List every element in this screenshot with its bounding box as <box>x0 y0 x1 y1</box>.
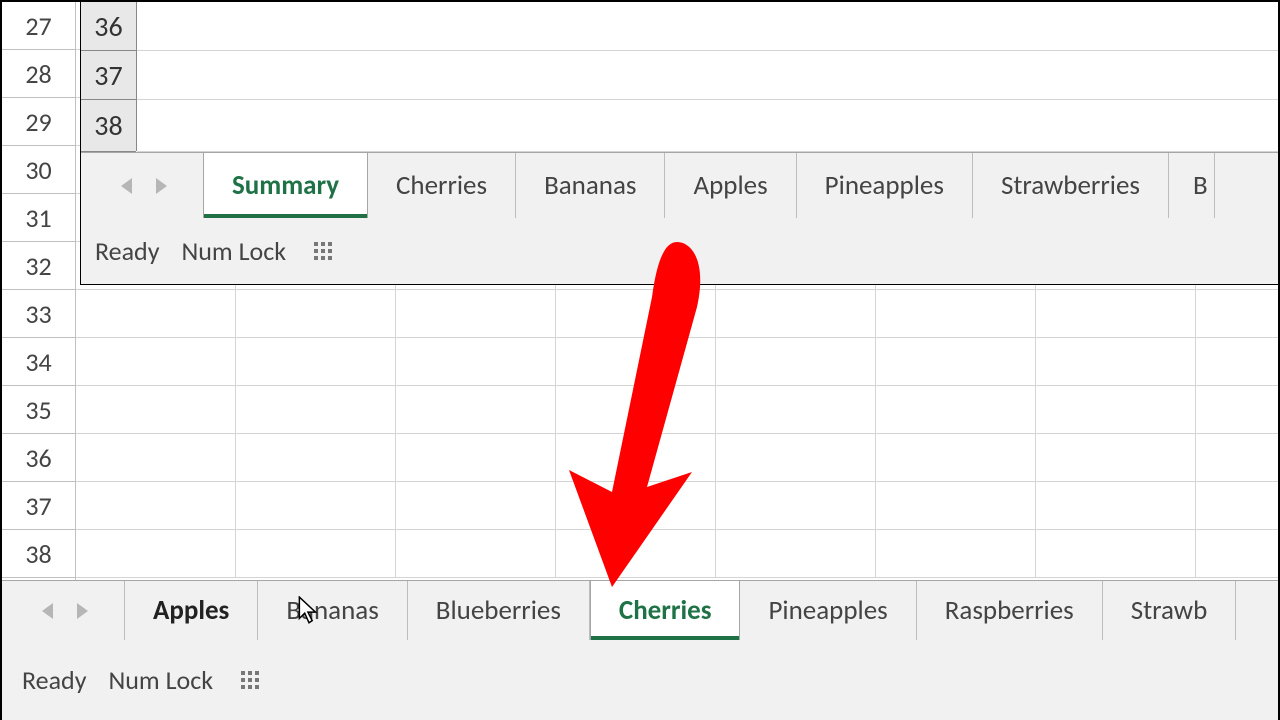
sheet-tab-bar: Apples Bananas Blueberries Cherries Pine… <box>2 580 1278 640</box>
status-numlock: Num Lock <box>108 664 213 696</box>
row-header[interactable]: 33 <box>2 290 75 338</box>
sheet-tab[interactable]: Bananas <box>516 153 665 218</box>
spreadsheet-grid[interactable] <box>137 2 1278 151</box>
tab-scroll-right-icon[interactable] <box>77 603 88 619</box>
status-bar: Ready Num Lock <box>81 218 1278 284</box>
sheet-tab[interactable]: Apples <box>665 153 796 218</box>
row-header[interactable]: 35 <box>2 386 75 434</box>
macro-record-icon[interactable] <box>239 669 261 691</box>
sheet-tab[interactable]: Cherries <box>590 581 741 640</box>
inset-spreadsheet-window: 36 37 38 Summary Cherries Bananas Apples… <box>80 2 1278 285</box>
row-header[interactable]: 38 <box>2 530 75 578</box>
row-header[interactable]: 28 <box>2 50 75 98</box>
tab-scroll-left-icon[interactable] <box>121 178 132 194</box>
row-header-column: 27 28 29 30 31 32 33 34 35 36 37 38 <box>2 2 76 580</box>
row-header[interactable]: 36 <box>2 434 75 482</box>
status-ready: Ready <box>95 235 159 267</box>
row-header[interactable]: 37 <box>2 482 75 530</box>
sheet-tab[interactable]: Bananas <box>258 581 407 640</box>
tab-scroll-left-icon[interactable] <box>42 603 53 619</box>
row-header[interactable]: 34 <box>2 338 75 386</box>
tab-scroll-right-icon[interactable] <box>156 178 167 194</box>
sheet-tab-bar: Summary Cherries Bananas Apples Pineappl… <box>81 152 1278 218</box>
sheet-tab[interactable]: Blueberries <box>408 581 590 640</box>
sheet-tab[interactable]: Apples <box>124 581 258 640</box>
row-header[interactable]: 31 <box>2 194 75 242</box>
status-bar: Ready Num Lock <box>2 640 1278 720</box>
row-header[interactable]: 30 <box>2 146 75 194</box>
sheet-tab[interactable]: Strawberries <box>973 153 1169 218</box>
sheet-tab[interactable]: Pineapples <box>797 153 973 218</box>
sheet-tabs: Apples Bananas Blueberries Cherries Pine… <box>124 581 1236 640</box>
row-header[interactable]: 37 <box>81 51 136 100</box>
sheet-tab[interactable]: B <box>1169 153 1215 218</box>
tab-nav-arrows <box>2 603 124 619</box>
status-ready: Ready <box>22 664 86 696</box>
row-header[interactable]: 36 <box>81 2 136 51</box>
macro-record-icon[interactable] <box>312 240 334 262</box>
sheet-tabs: Summary Cherries Bananas Apples Pineappl… <box>203 153 1215 218</box>
status-numlock: Num Lock <box>181 235 286 267</box>
sheet-tab[interactable]: Strawb <box>1103 581 1237 640</box>
tab-nav-arrows <box>81 178 203 194</box>
row-header[interactable]: 27 <box>2 2 75 50</box>
row-header[interactable]: 38 <box>81 100 136 152</box>
row-header[interactable]: 29 <box>2 98 75 146</box>
sheet-tab[interactable]: Summary <box>203 153 368 218</box>
sheet-tab[interactable]: Pineapples <box>740 581 916 640</box>
row-header[interactable]: 32 <box>2 242 75 290</box>
sheet-tab[interactable]: Raspberries <box>917 581 1103 640</box>
row-header-column: 36 37 38 <box>81 2 137 151</box>
sheet-tab[interactable]: Cherries <box>368 153 516 218</box>
